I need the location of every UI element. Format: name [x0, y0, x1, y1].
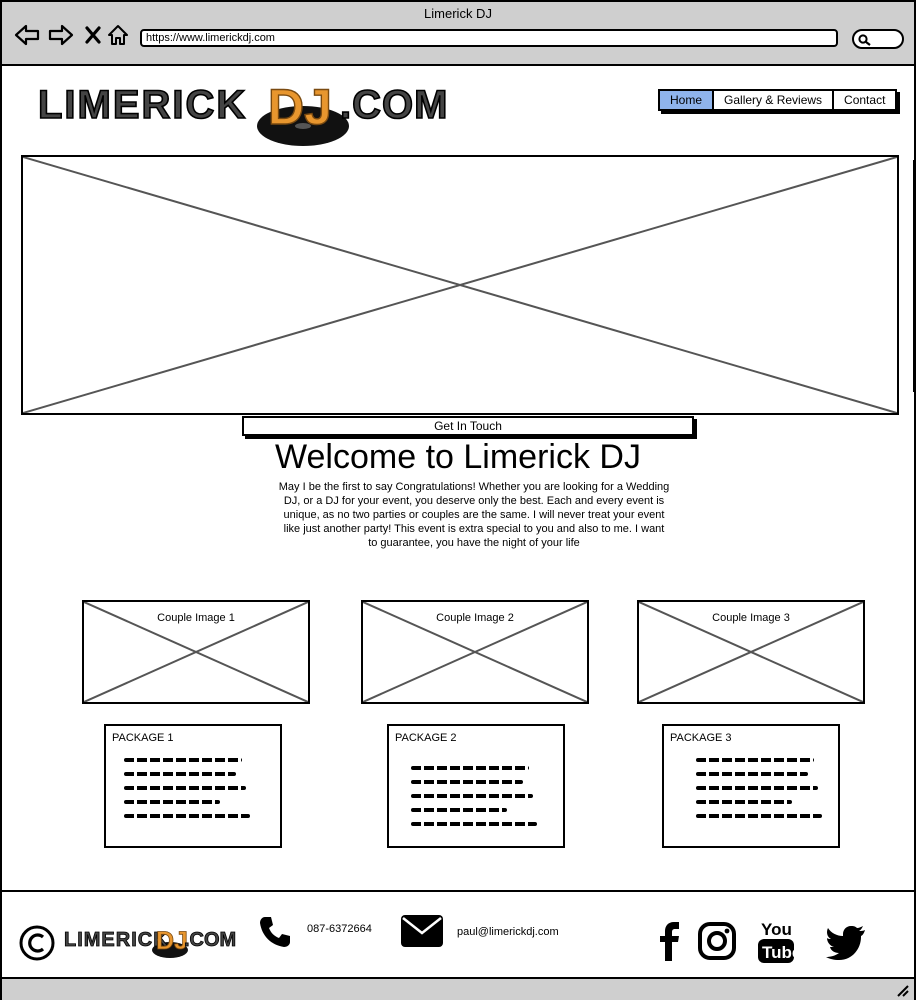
instagram-icon[interactable] [698, 922, 736, 965]
nav-gallery-reviews[interactable]: Gallery & Reviews [714, 91, 835, 109]
browser-statusbar [2, 977, 914, 1000]
forward-icon[interactable] [48, 22, 74, 48]
nav-contact[interactable]: Contact [834, 91, 895, 109]
package-card-1[interactable]: PACKAGE 1 [104, 724, 282, 848]
package-title: PACKAGE 3 [670, 732, 732, 744]
footer-logo-right: .COM [184, 929, 236, 951]
site-logo[interactable]: LIMERICK DJ .COM [34, 74, 474, 150]
search-icon [858, 34, 871, 46]
stop-icon[interactable] [80, 22, 106, 48]
logo-text-dj: DJ [268, 79, 332, 135]
resize-grip-icon[interactable] [894, 982, 910, 998]
couple-image-2: Couple Image 2 [361, 600, 589, 704]
svg-text:You: You [761, 920, 792, 939]
footer-logo[interactable]: LIMERICK DJ .COM [62, 922, 237, 962]
phone-icon [257, 914, 293, 955]
couple-image-caption: Couple Image 3 [712, 612, 790, 624]
svg-text:Tube: Tube [762, 943, 795, 962]
package-title: PACKAGE 1 [112, 732, 174, 744]
footer-logo-left: LIMERICK [64, 929, 169, 951]
nav-home[interactable]: Home [660, 91, 715, 109]
package-placeholder-text [411, 766, 537, 836]
back-icon[interactable] [14, 22, 40, 48]
window-title: Limerick DJ [424, 6, 492, 21]
package-card-3[interactable]: PACKAGE 3 [662, 724, 840, 848]
hero-image-placeholder [21, 155, 899, 415]
twitter-icon[interactable] [826, 926, 866, 965]
couple-image-caption: Couple Image 2 [436, 612, 514, 624]
facebook-icon[interactable] [658, 920, 682, 967]
youtube-icon[interactable]: You Tube [757, 918, 801, 969]
browser-search[interactable] [852, 29, 904, 49]
logo-text-left: LIMERICK [38, 83, 247, 127]
main-nav: Home Gallery & Reviews Contact [658, 89, 898, 111]
couple-image-1: Couple Image 1 [82, 600, 310, 704]
logo-text-right: .COM [340, 83, 448, 127]
footer-email[interactable]: paul@limerickdj.com [457, 926, 559, 938]
copyright-icon [18, 924, 56, 967]
home-icon[interactable] [105, 22, 131, 48]
package-placeholder-text [124, 758, 250, 828]
get-in-touch-button[interactable]: Get In Touch [242, 416, 694, 436]
couple-image-caption: Couple Image 1 [157, 612, 235, 624]
package-card-2[interactable]: PACKAGE 2 [387, 724, 565, 848]
footer-divider [2, 890, 914, 892]
package-title: PACKAGE 2 [395, 732, 457, 744]
package-placeholder-text [696, 758, 822, 828]
browser-window: Limerick DJ https://www.limerickdj.com L… [0, 0, 916, 1000]
welcome-title: Welcome to Limerick DJ [275, 438, 641, 476]
couple-image-3: Couple Image 3 [637, 600, 865, 704]
address-bar[interactable]: https://www.limerickdj.com [140, 29, 838, 47]
browser-titlebar: Limerick DJ https://www.limerickdj.com [2, 2, 914, 66]
footer-phone[interactable]: 087-6372664 [307, 923, 372, 935]
welcome-text: May I be the first to say Congratulation… [278, 481, 670, 549]
email-icon [400, 914, 444, 953]
